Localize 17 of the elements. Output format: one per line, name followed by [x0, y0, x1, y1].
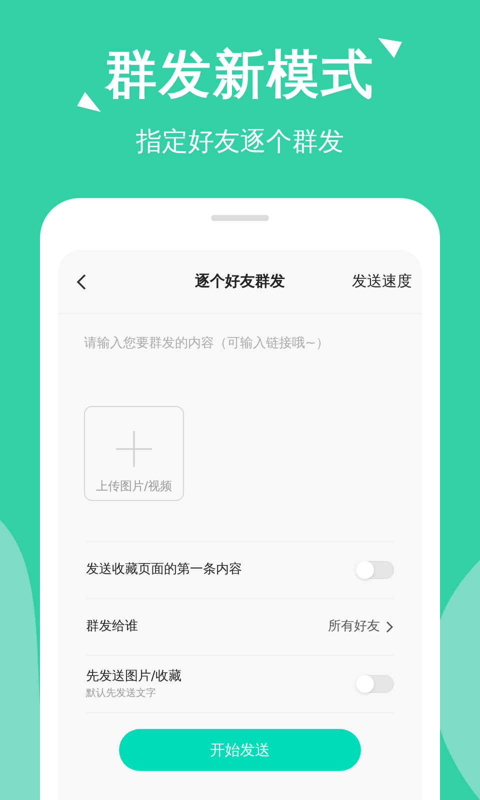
headline: 群发新模式 — [105, 44, 375, 106]
speaker-slot — [211, 215, 269, 221]
toggle-switch[interactable] — [356, 675, 394, 693]
chevron-right-icon — [386, 621, 394, 633]
setting-label: 先发送图片/收藏 — [86, 668, 182, 686]
recipient-selector[interactable]: 所有好友 — [328, 617, 394, 637]
setting-label: 发送收藏页面的第一条内容 — [86, 561, 242, 580]
plus-icon — [116, 431, 152, 467]
message-field[interactable]: 请输入您要群发的内容（可输入链接哦~） — [84, 334, 396, 394]
accent-mark-icon — [77, 92, 101, 112]
setting-hint: 默认先发送文字 — [86, 686, 157, 702]
toggle-switch[interactable] — [356, 561, 394, 579]
subheadline: 指定好友逐个群发 — [136, 126, 344, 159]
setting-label: 群发给谁 — [86, 618, 138, 636]
speed-link[interactable]: 发送速度 — [352, 270, 412, 293]
nav-title: 逐个好友群发 — [194, 271, 286, 292]
accent-mark-icon — [378, 38, 402, 58]
